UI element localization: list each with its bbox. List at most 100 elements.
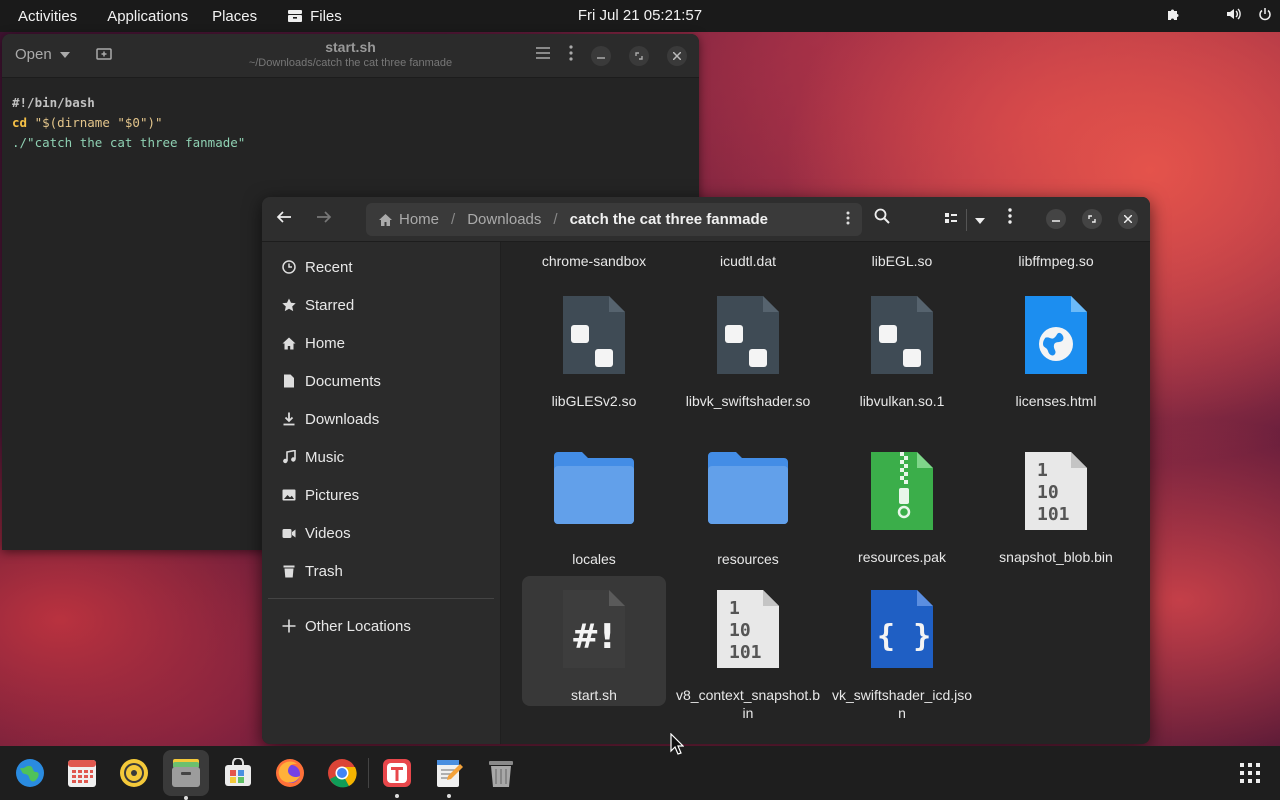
sidebar-item-downloads[interactable]: Downloads bbox=[262, 400, 500, 438]
sidebar-item-recent[interactable]: Recent bbox=[262, 248, 500, 286]
file-label: snapshot_blob.bin bbox=[999, 549, 1113, 565]
close-button[interactable] bbox=[667, 45, 687, 66]
maximize-button[interactable] bbox=[1082, 209, 1102, 229]
software-store-icon[interactable] bbox=[220, 755, 256, 791]
calendar-icon[interactable] bbox=[64, 755, 100, 791]
file-label: v8_context_snapshot.bin bbox=[676, 687, 820, 721]
close-icon bbox=[1124, 215, 1132, 223]
shell-script-icon: #! bbox=[563, 590, 625, 668]
crumb-separator: / bbox=[451, 211, 456, 228]
sidebar-item-music[interactable]: Music bbox=[262, 438, 500, 476]
file-item[interactable]: resources bbox=[676, 450, 820, 568]
places-menu[interactable]: Places bbox=[200, 0, 269, 32]
file-item[interactable]: libffmpeg.so bbox=[984, 252, 1128, 270]
sidebar-item-videos[interactable]: Videos bbox=[262, 514, 500, 552]
view-divider bbox=[966, 208, 967, 231]
running-indicator bbox=[447, 794, 451, 798]
running-indicator bbox=[184, 796, 188, 800]
sidebar-item-other-locations[interactable]: Other Locations bbox=[262, 607, 500, 645]
sidebar-item-label: Other Locations bbox=[305, 617, 411, 635]
view-options[interactable] bbox=[938, 203, 994, 236]
file-item[interactable]: { } vk_swiftshader_icd.json bbox=[830, 588, 974, 722]
file-item[interactable]: libGLESv2.so bbox=[522, 294, 666, 410]
file-item[interactable]: 1 10 101 snapshot_blob.bin bbox=[984, 450, 1128, 566]
file-item[interactable]: libEGL.so bbox=[830, 252, 974, 270]
sidebar-item-documents[interactable]: Documents bbox=[262, 362, 500, 400]
files-app-menu[interactable]: Files bbox=[269, 0, 354, 32]
arrow-left-icon bbox=[276, 211, 291, 223]
sidebar-item-pictures[interactable]: Pictures bbox=[262, 476, 500, 514]
file-item[interactable]: chrome-sandbox bbox=[522, 252, 666, 270]
firefox-icon[interactable] bbox=[272, 755, 308, 791]
search-button[interactable] bbox=[874, 208, 890, 229]
script-glyph: #! bbox=[571, 617, 615, 657]
sidebar-item-label: Home bbox=[305, 334, 346, 352]
plus-icon bbox=[282, 619, 296, 633]
shared-library-icon bbox=[871, 296, 933, 374]
file-grid[interactable]: chrome-sandbox icudtl.dat libEGL.so libf… bbox=[502, 242, 1150, 744]
applications-menu[interactable]: Applications bbox=[89, 0, 200, 32]
minimize-button[interactable] bbox=[1046, 209, 1066, 229]
typora-icon[interactable] bbox=[379, 755, 415, 798]
running-indicator bbox=[395, 794, 399, 798]
music-player-icon[interactable] bbox=[116, 755, 152, 791]
sidebar-item-label: Music bbox=[305, 448, 345, 466]
editor-headerbar: Open start.sh ~/Downloads/catch the cat … bbox=[2, 34, 699, 78]
globe-icon[interactable] bbox=[12, 755, 48, 791]
file-label: libffmpeg.so bbox=[1018, 253, 1094, 269]
path-menu-icon[interactable] bbox=[846, 210, 850, 230]
trash-icon[interactable] bbox=[483, 755, 519, 791]
file-label: libGLESv2.so bbox=[551, 393, 637, 409]
places-label: Places bbox=[212, 7, 258, 25]
kebab-menu-icon[interactable] bbox=[569, 45, 573, 66]
volume-icon[interactable] bbox=[1226, 7, 1242, 25]
close-button[interactable] bbox=[1118, 209, 1138, 229]
search-icon bbox=[874, 208, 890, 224]
main-menu-icon[interactable] bbox=[1008, 208, 1012, 229]
shared-library-icon bbox=[563, 296, 625, 374]
chrome-icon[interactable] bbox=[324, 755, 360, 791]
maximize-button[interactable] bbox=[629, 45, 649, 66]
activities-button[interactable]: Activities bbox=[0, 0, 89, 32]
file-label: vk_swiftshader_icd.json bbox=[831, 687, 973, 721]
chevron-down-icon[interactable] bbox=[975, 211, 985, 229]
files-icon[interactable] bbox=[163, 750, 209, 800]
code-editor[interactable]: #!/bin/bash cd "$(dirname "$0")" ./"catc… bbox=[2, 78, 699, 168]
files-window: Home / Downloads / catch the cat three f… bbox=[262, 197, 1150, 744]
star-icon bbox=[282, 298, 296, 312]
sidebar-item-label: Videos bbox=[305, 524, 351, 542]
crumb-home[interactable]: Home bbox=[399, 211, 439, 228]
file-label: libvk_swiftshader.so bbox=[685, 393, 811, 409]
dirname-string: "$(dirname "$0")" bbox=[34, 115, 163, 130]
folder-icon bbox=[554, 452, 634, 524]
sidebar-item-starred[interactable]: Starred bbox=[262, 286, 500, 324]
bin-digit-text: 101 bbox=[729, 642, 762, 663]
file-item[interactable]: icudtl.dat bbox=[676, 252, 820, 270]
power-icon[interactable] bbox=[1258, 7, 1272, 25]
minimize-button[interactable] bbox=[591, 45, 611, 66]
file-item[interactable]: resources.pak bbox=[830, 450, 974, 566]
crumb-downloads[interactable]: Downloads bbox=[467, 211, 541, 228]
sidebar-item-home[interactable]: Home bbox=[262, 324, 500, 362]
file-item-selected[interactable]: #! start.sh bbox=[522, 576, 666, 706]
hamburger-menu-icon[interactable] bbox=[535, 46, 551, 65]
grid-view-icon[interactable] bbox=[944, 211, 958, 229]
file-label: libvulkan.so.1 bbox=[859, 393, 945, 409]
top-bar: Activities Applications Places Files Fri… bbox=[0, 0, 1280, 32]
archive-file-icon bbox=[871, 452, 933, 530]
forward-button[interactable] bbox=[316, 208, 332, 229]
crumb-current[interactable]: catch the cat three fanmade bbox=[570, 211, 768, 228]
file-item[interactable]: locales bbox=[522, 450, 666, 568]
sidebar-item-trash[interactable]: Trash bbox=[262, 552, 500, 590]
puzzle-icon[interactable] bbox=[1166, 7, 1180, 25]
app-grid-icon[interactable] bbox=[1232, 755, 1268, 791]
back-button[interactable] bbox=[276, 208, 292, 229]
exec-path: ./"catch the cat three fanmade" bbox=[12, 135, 246, 150]
file-item[interactable]: libvulkan.so.1 bbox=[830, 294, 974, 410]
file-item[interactable]: 1 10 101 v8_context_snapshot.bin bbox=[676, 588, 820, 722]
files-cabinet-icon bbox=[288, 10, 303, 22]
file-item[interactable]: licenses.html bbox=[984, 294, 1128, 410]
picture-icon bbox=[282, 488, 296, 502]
text-editor-icon[interactable] bbox=[431, 755, 467, 798]
file-item[interactable]: libvk_swiftshader.so bbox=[676, 294, 820, 410]
